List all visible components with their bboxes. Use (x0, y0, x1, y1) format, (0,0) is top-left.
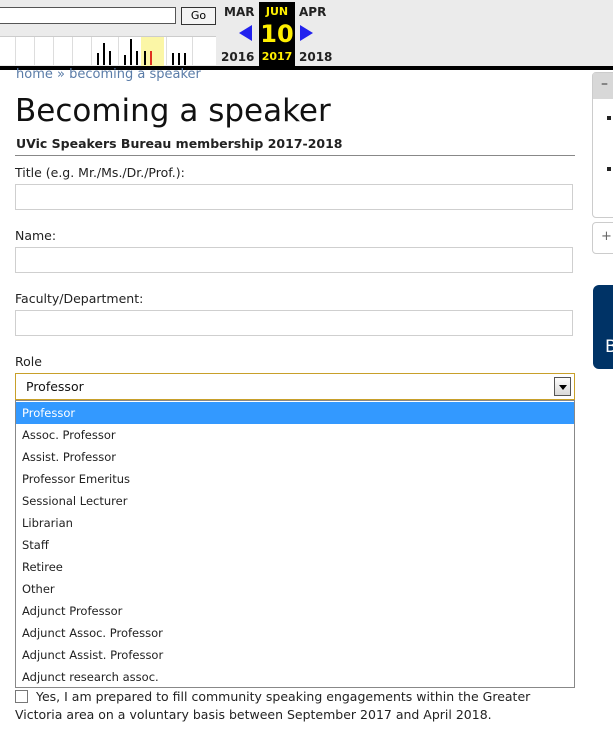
wayback-prev-arrow-icon[interactable] (239, 25, 252, 41)
sparkline-tick (130, 39, 132, 65)
wayback-url-input[interactable] (0, 7, 176, 24)
sparkline-tick (144, 51, 146, 65)
sparkline-tick (97, 53, 99, 65)
sparkline-grid (118, 37, 119, 65)
faculty-label: Faculty/Department: (15, 291, 144, 306)
wayback-current-date: JUN 10 2017 (259, 2, 295, 66)
page-subtitle: UVic Speakers Bureau membership 2017-201… (16, 136, 343, 151)
role-option[interactable]: Assist. Professor (16, 446, 574, 468)
role-option[interactable]: Retiree (16, 556, 574, 578)
wayback-go-button[interactable]: Go (181, 7, 216, 25)
sparkline-tick (184, 53, 186, 65)
wayback-current-day: 10 (260, 20, 294, 48)
sparkline-grid (15, 37, 16, 65)
sparkline-grid (91, 37, 92, 65)
breadcrumb: home » becoming a speaker (16, 67, 201, 82)
breadcrumb-home-link[interactable]: home (16, 67, 53, 82)
role-option[interactable]: Staff (16, 534, 574, 556)
sparkline-grid (192, 37, 193, 65)
breadcrumb-current: becoming a speaker (69, 67, 201, 82)
wayback-current-year: 2017 (261, 50, 293, 63)
role-option[interactable]: Professor Emeritus (16, 468, 574, 490)
collapse-icon[interactable]: – (601, 76, 608, 92)
role-dropdown-list: Professor Assoc. Professor Assist. Profe… (15, 400, 575, 688)
wayback-prev-month[interactable]: MAR (224, 5, 254, 19)
role-option[interactable]: Adjunct research assoc. (16, 666, 574, 688)
role-select[interactable]: Professor (15, 373, 575, 400)
wayback-next-year[interactable]: 2018 (299, 50, 332, 64)
wayback-current-month: JUN (265, 5, 289, 18)
sidebar-menu-header[interactable]: – (593, 73, 613, 99)
sparkline-grid (34, 37, 35, 65)
faculty-input[interactable] (15, 310, 573, 336)
wayback-next-arrow-icon[interactable] (300, 25, 313, 41)
sparkline-grid (166, 37, 167, 65)
sidebar-banner[interactable]: B (593, 285, 613, 369)
divider (15, 155, 575, 156)
wayback-toolbar: Go MAR JUN 10 2017 APR 2016 2018 (0, 0, 613, 68)
role-option[interactable]: Adjunct Professor (16, 600, 574, 622)
name-label: Name: (15, 228, 57, 243)
sparkline-tick (178, 53, 180, 65)
page-title: Becoming a speaker (15, 93, 331, 129)
role-option[interactable]: Other (16, 578, 574, 600)
role-option[interactable]: Professor (16, 402, 574, 424)
role-option[interactable]: Sessional Lecturer (16, 490, 574, 512)
sidebar-banner-letter: B (605, 337, 613, 357)
sparkline-tick (124, 55, 126, 65)
role-select-value: Professor (26, 379, 84, 394)
expand-icon[interactable]: + (601, 229, 612, 244)
role-option[interactable]: Adjunct Assoc. Professor (16, 622, 574, 644)
breadcrumb-separator: » (57, 67, 65, 82)
role-option[interactable]: Adjunct Assist. Professor (16, 644, 574, 666)
role-label: Role (15, 354, 42, 369)
wayback-sparkline[interactable] (0, 36, 216, 66)
sidebar-menu-box: – (592, 72, 613, 218)
wayback-prev-year[interactable]: 2016 (221, 50, 254, 64)
chevron-down-icon[interactable] (554, 377, 571, 396)
bullet-icon (607, 167, 611, 171)
role-option[interactable]: Assoc. Professor (16, 424, 574, 446)
title-label: Title (e.g. Mr./Ms./Dr./Prof.): (15, 165, 185, 180)
consent-label: Yes, I am prepared to fill community spe… (15, 689, 531, 722)
sparkline-tick (136, 51, 138, 65)
sparkline-tick-current (150, 51, 152, 65)
sparkline-grid (53, 37, 54, 65)
sparkline-tick (172, 53, 174, 65)
bullet-icon (607, 116, 611, 120)
sidebar-expand-box[interactable]: + (592, 222, 613, 254)
name-input[interactable] (15, 247, 573, 273)
sparkline-grid (72, 37, 73, 65)
role-option[interactable]: Librarian (16, 512, 574, 534)
sparkline-tick (103, 43, 105, 65)
title-input[interactable] (15, 184, 573, 210)
wayback-next-month[interactable]: APR (299, 5, 326, 19)
sparkline-tick (109, 51, 111, 65)
